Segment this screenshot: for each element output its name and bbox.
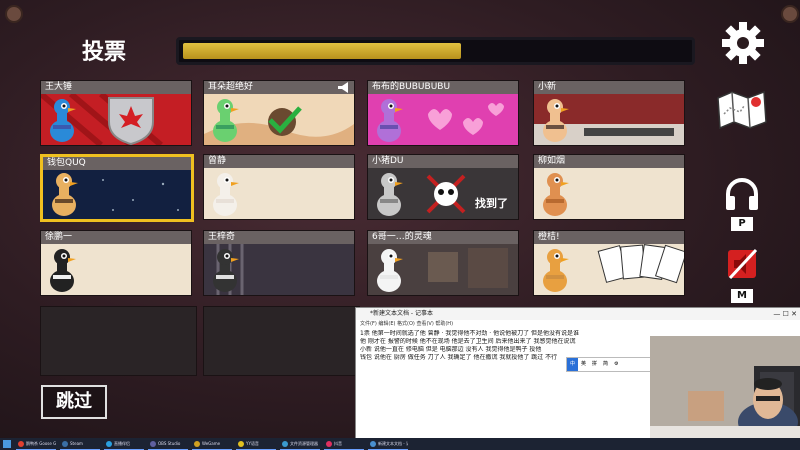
muted-speaker-icon[interactable] bbox=[724, 246, 760, 282]
start-button[interactable] bbox=[3, 440, 11, 448]
taskbar-app[interactable]: 直播伴侣 bbox=[104, 439, 144, 450]
map-icon[interactable] bbox=[714, 88, 770, 132]
player-name: 钱包QUQ bbox=[43, 157, 191, 170]
vote-timer-bar bbox=[176, 37, 695, 65]
player-avatar bbox=[377, 99, 403, 142]
ime-option[interactable]: 拼 bbox=[589, 358, 600, 371]
taskbar-app-label: 鹅鸭杀 Goose Goose Duck bbox=[26, 441, 56, 446]
mute-key: M bbox=[731, 289, 753, 303]
ime-option[interactable]: ⚙ bbox=[611, 358, 621, 371]
player-avatar bbox=[377, 173, 403, 216]
player-card[interactable]: 小新 bbox=[533, 80, 685, 146]
taskbar-app-label: Steam bbox=[70, 441, 83, 446]
app-icon bbox=[238, 441, 244, 447]
player-avatar bbox=[213, 173, 239, 216]
ime-option[interactable]: 简 bbox=[600, 358, 611, 371]
app-icon bbox=[282, 441, 288, 447]
ime-option[interactable]: 英 bbox=[578, 358, 589, 371]
player-card[interactable]: 徐鹏一 bbox=[40, 230, 192, 296]
taskbar-app[interactable]: 鹅鸭杀 Goose Goose Duck bbox=[16, 439, 56, 450]
skip-vote-button[interactable]: 跳过 bbox=[41, 385, 107, 419]
app-icon bbox=[18, 441, 24, 447]
app-icon bbox=[370, 441, 376, 447]
player-card[interactable]: 柳如烟 bbox=[533, 154, 685, 220]
player-avatar bbox=[213, 249, 239, 292]
taskbar-app-label: OBS Studio bbox=[158, 441, 181, 446]
taskbar-app-label: YY语音 bbox=[246, 441, 259, 446]
player-name: 6哥一…的灵魂 bbox=[368, 231, 518, 244]
taskbar-app[interactable]: Steam bbox=[60, 439, 100, 450]
ime-candidate-bar[interactable]: 中英拼简 ⚙ bbox=[566, 357, 652, 372]
player-avatar bbox=[50, 99, 76, 142]
taskbar-app-label: 文件资源管理器 bbox=[290, 441, 318, 446]
player-avatar bbox=[52, 173, 78, 216]
empty-slot bbox=[203, 306, 360, 376]
player-name: 柳如烟 bbox=[534, 155, 684, 168]
gear-icon[interactable] bbox=[720, 20, 766, 66]
player-card[interactable]: 钱包QUQ bbox=[40, 154, 194, 222]
taskbar-app[interactable]: YY语音 bbox=[236, 439, 276, 450]
player-card[interactable]: 曾静 bbox=[203, 154, 355, 220]
app-icon bbox=[150, 441, 156, 447]
player-card[interactable]: 王梓奇 bbox=[203, 230, 355, 296]
webcam-feed bbox=[650, 336, 800, 438]
corner-pin bbox=[781, 5, 799, 23]
app-icon bbox=[326, 441, 332, 447]
player-name: 布布的BUBUBUBU bbox=[368, 81, 518, 94]
ime-option[interactable]: 中 bbox=[567, 358, 579, 371]
player-name: 小猪DU bbox=[368, 155, 518, 168]
app-icon bbox=[194, 441, 200, 447]
player-card[interactable]: 布布的BUBUBUBU bbox=[367, 80, 519, 146]
windows-taskbar: 鹅鸭杀 Goose Goose Duck Steam 直播伴侣 OBS Studio W… bbox=[0, 438, 800, 450]
taskbar-app[interactable]: WeGame bbox=[192, 439, 232, 450]
player-card[interactable]: 小猪DU 找到了 bbox=[367, 154, 519, 220]
player-avatar bbox=[377, 249, 403, 292]
player-card[interactable]: 6哥一…的灵魂 bbox=[367, 230, 519, 296]
player-avatar bbox=[543, 99, 569, 142]
taskbar-app-label: 直播伴侣 bbox=[114, 441, 130, 446]
vote-timer-fill bbox=[183, 43, 461, 59]
headphones-icon[interactable] bbox=[724, 176, 760, 212]
megaphone-icon bbox=[338, 82, 348, 93]
player-avatar bbox=[543, 249, 569, 292]
corner-pin bbox=[5, 5, 23, 23]
player-name: 橙桔! bbox=[534, 231, 684, 244]
taskbar-app-label: WeGame bbox=[202, 441, 221, 446]
player-name: 耳朵超绝好 bbox=[204, 81, 354, 94]
player-card[interactable]: 王大锤 bbox=[40, 80, 192, 146]
player-avatar bbox=[50, 249, 76, 292]
empty-slot bbox=[40, 306, 197, 376]
push-to-talk-key: P bbox=[731, 217, 753, 231]
taskbar-app[interactable]: OBS Studio bbox=[148, 439, 188, 450]
app-icon bbox=[62, 441, 68, 447]
player-name: 小新 bbox=[534, 81, 684, 94]
app-icon bbox=[106, 441, 112, 447]
notepad-titlebar: *新建文本文档 - 记事本 — ☐ ✕ bbox=[356, 308, 800, 320]
taskbar-app[interactable]: 新建文本文档 - 记事本 bbox=[368, 439, 408, 450]
player-avatar bbox=[213, 99, 239, 142]
streamer-video bbox=[650, 336, 800, 438]
body-found-label: 找到了 bbox=[475, 197, 508, 210]
player-avatar bbox=[543, 173, 569, 216]
player-name: 王大锤 bbox=[41, 81, 191, 94]
window-controls[interactable]: — ☐ ✕ bbox=[773, 308, 797, 320]
player-card[interactable]: 耳朵超绝好 bbox=[203, 80, 355, 146]
taskbar-app[interactable]: 文件资源管理器 bbox=[280, 439, 320, 450]
notepad-menu[interactable]: 文件(F) 编辑(E) 格式(O) 查看(V) 帮助(H) bbox=[356, 320, 800, 328]
notepad-title: *新建文本文档 - 记事本 bbox=[370, 310, 433, 317]
player-card[interactable]: 橙桔! bbox=[533, 230, 685, 296]
player-name: 曾静 bbox=[204, 155, 354, 168]
player-name: 王梓奇 bbox=[204, 231, 354, 244]
taskbar-app-label: 新建文本文档 - 记事本 bbox=[378, 441, 408, 446]
taskbar-app[interactable]: 抖音 bbox=[324, 439, 364, 450]
player-name: 徐鹏一 bbox=[41, 231, 191, 244]
taskbar-app-label: 抖音 bbox=[334, 441, 342, 446]
vote-title: 投票 bbox=[82, 40, 127, 65]
